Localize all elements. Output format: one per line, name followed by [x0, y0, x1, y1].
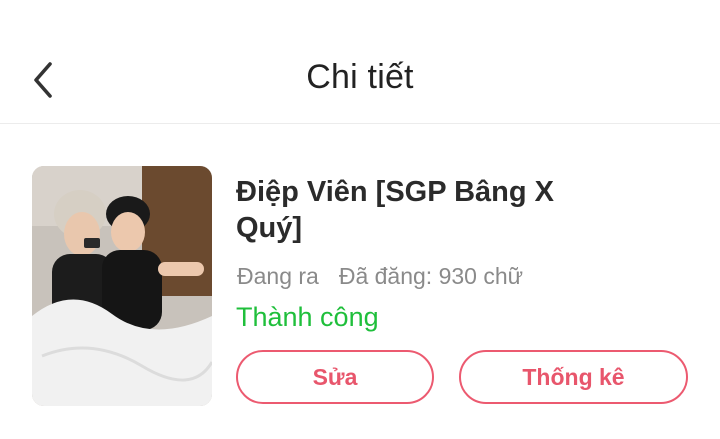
- story-card: Điệp Viên [SGP Bâng X Quý] Đang ra Đã đăn…: [0, 124, 720, 439]
- page-title: Chi tiết: [306, 58, 414, 96]
- status-text: Thành công: [236, 302, 379, 332]
- edit-button[interactable]: Sửa: [236, 350, 434, 404]
- top-bar: Chi tiết: [0, 0, 720, 124]
- story-meta: Đang ra Đã đăng: 930 chữ: [237, 263, 523, 290]
- stats-button[interactable]: Thống kê: [459, 350, 688, 404]
- word-count: Đã đăng: 930 chữ: [338, 263, 524, 289]
- edit-button-label: Sửa: [312, 363, 358, 390]
- publish-state: Đang ra: [237, 263, 319, 289]
- story-title[interactable]: Điệp Viên [SGP Bâng X Quý]: [236, 174, 596, 246]
- story-cover-image[interactable]: [32, 166, 212, 406]
- stats-button-label: Thống kê: [522, 363, 625, 390]
